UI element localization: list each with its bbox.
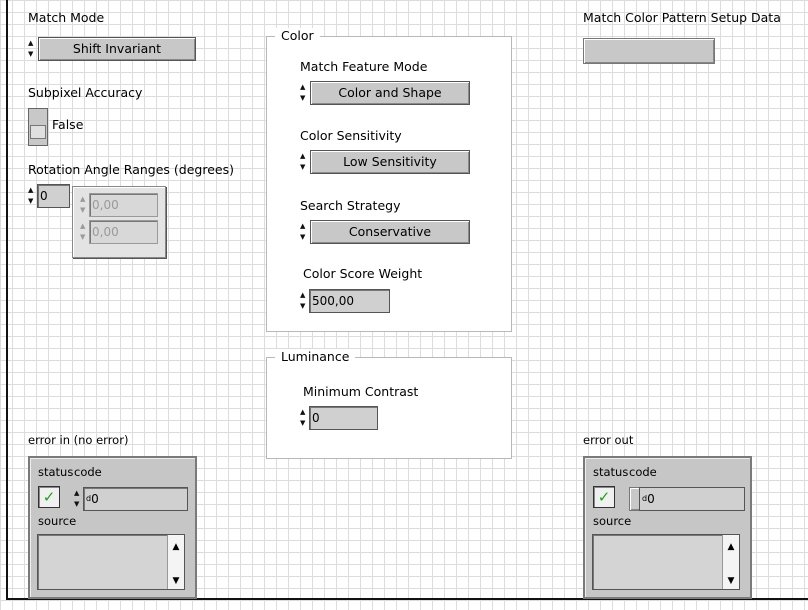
match-mode-value[interactable]: Shift Invariant: [38, 37, 196, 61]
minimum-contrast-control[interactable]: ▲ ▼ 0: [300, 406, 378, 430]
color-score-weight-value[interactable]: 500,00: [309, 289, 390, 313]
search-strategy-ring[interactable]: ▲ ▼ Conservative: [300, 220, 470, 244]
up-arrow-icon[interactable]: ▲: [300, 408, 308, 417]
up-arrow-icon[interactable]: ▲: [80, 195, 88, 204]
color-sensitivity-ring[interactable]: ▲ ▼ Low Sensitivity: [300, 150, 470, 174]
minimum-contrast-label: Minimum Contrast: [303, 384, 419, 399]
error-out-source-scrollbar[interactable]: ▲ ▼: [722, 535, 739, 589]
element-increment-decrement[interactable]: ▲ ▼: [80, 222, 88, 242]
color-score-weight-label: Color Score Weight: [303, 266, 423, 281]
error-out-source-label: source: [593, 514, 632, 528]
down-arrow-icon[interactable]: ▼: [80, 206, 88, 215]
scroll-down-icon[interactable]: ▼: [723, 575, 739, 587]
minimum-contrast-value[interactable]: 0: [309, 406, 378, 430]
error-out-code-value: 0: [647, 492, 655, 506]
error-out-code-label: code: [629, 465, 657, 479]
rotation-element-0-value[interactable]: 0,00: [89, 193, 158, 217]
match-feature-mode-increment-decrement[interactable]: ▲ ▼: [300, 83, 308, 103]
down-arrow-icon[interactable]: ▼: [74, 500, 82, 509]
rotation-array-frame: ▲ ▼ 0,00 ▲ ▼ 0,00: [72, 186, 166, 258]
error-in-code-value: 0: [91, 492, 99, 506]
error-in-source-label: source: [38, 514, 77, 528]
match-mode-increment-decrement[interactable]: ▲ ▼: [28, 39, 36, 59]
error-out-source-field: ▲ ▼: [592, 534, 740, 590]
search-strategy-value[interactable]: Conservative: [310, 220, 470, 244]
up-arrow-icon[interactable]: ▲: [28, 39, 36, 48]
up-arrow-icon[interactable]: ▲: [74, 489, 82, 498]
setup-data-indicator: [583, 38, 715, 64]
rotation-angle-ranges-label: Rotation Angle Ranges (degrees): [28, 162, 234, 177]
up-arrow-icon[interactable]: ▲: [28, 186, 36, 195]
checkmark-icon: ✓: [593, 486, 615, 508]
error-in-code-control[interactable]: ▲ ▼ d0: [74, 487, 188, 511]
luminance-group-title: Luminance: [275, 349, 356, 364]
down-arrow-icon[interactable]: ▼: [300, 419, 308, 428]
subpixel-accuracy-label: Subpixel Accuracy: [28, 85, 143, 100]
error-in-source-field[interactable]: ▲ ▼: [37, 534, 185, 590]
up-arrow-icon[interactable]: ▲: [300, 291, 308, 300]
up-arrow-icon[interactable]: ▲: [80, 222, 88, 231]
match-feature-mode-value[interactable]: Color and Shape: [310, 81, 470, 105]
up-arrow-icon[interactable]: ▲: [300, 222, 308, 231]
scroll-down-icon[interactable]: ▼: [168, 575, 184, 587]
setup-data-label: Match Color Pattern Setup Data: [583, 10, 781, 25]
color-sensitivity-increment-decrement[interactable]: ▲ ▼: [300, 152, 308, 172]
color-score-weight-increment-decrement[interactable]: ▲ ▼: [300, 291, 308, 311]
error-out-status-label: status: [593, 465, 629, 479]
color-sensitivity-label: Color Sensitivity: [300, 128, 402, 143]
up-arrow-icon[interactable]: ▲: [300, 83, 308, 92]
down-arrow-icon[interactable]: ▼: [80, 233, 88, 242]
switch-knob[interactable]: [30, 125, 46, 139]
rotation-element-1-value[interactable]: 0,00: [89, 220, 158, 244]
error-in-cluster: status code ✓ ▲ ▼ d0 source ▲ ▼: [28, 456, 197, 599]
search-strategy-increment-decrement[interactable]: ▲ ▼: [300, 222, 308, 242]
search-strategy-label: Search Strategy: [300, 198, 401, 213]
minimum-contrast-increment-decrement[interactable]: ▲ ▼: [300, 408, 308, 428]
error-in-code-label: code: [74, 465, 102, 479]
error-out-label: error out: [583, 433, 634, 447]
color-score-weight-control[interactable]: ▲ ▼ 500,00: [300, 289, 390, 313]
color-group-title: Color: [275, 28, 320, 43]
down-arrow-icon[interactable]: ▼: [300, 233, 308, 242]
rotation-array-index[interactable]: ▲ ▼ 0: [28, 184, 70, 208]
color-sensitivity-value[interactable]: Low Sensitivity: [310, 150, 470, 174]
panel-left-border: [6, 0, 8, 600]
rotation-element-1[interactable]: ▲ ▼ 0,00: [80, 220, 158, 244]
error-out-code-indicator: d0: [629, 487, 745, 511]
error-out-code-box: d0: [639, 487, 745, 511]
up-arrow-icon[interactable]: ▲: [300, 152, 308, 161]
error-in-code-box[interactable]: d0: [83, 487, 188, 511]
down-arrow-icon[interactable]: ▼: [28, 197, 36, 206]
element-increment-decrement[interactable]: ▲ ▼: [80, 195, 88, 215]
scroll-up-icon[interactable]: ▲: [723, 541, 739, 553]
match-mode-label: Match Mode: [28, 10, 105, 25]
subpixel-accuracy-value: False: [52, 117, 84, 132]
match-mode-ring[interactable]: ▲ ▼ Shift Invariant: [28, 37, 196, 61]
error-in-code-increment-decrement[interactable]: ▲ ▼: [74, 489, 82, 509]
down-arrow-icon[interactable]: ▼: [300, 163, 308, 172]
down-arrow-icon[interactable]: ▼: [28, 50, 36, 59]
error-in-source-scrollbar[interactable]: ▲ ▼: [167, 535, 184, 589]
error-in-status-label: status: [38, 465, 74, 479]
scroll-up-icon[interactable]: ▲: [168, 541, 184, 553]
rotation-element-0[interactable]: ▲ ▼ 0,00: [80, 193, 158, 217]
match-feature-mode-label: Match Feature Mode: [300, 59, 428, 74]
down-arrow-icon[interactable]: ▼: [300, 302, 308, 311]
match-feature-mode-ring[interactable]: ▲ ▼ Color and Shape: [300, 81, 470, 105]
front-panel: Match Mode ▲ ▼ Shift Invariant Subpixel …: [0, 0, 808, 610]
subpixel-accuracy-switch[interactable]: [28, 108, 48, 146]
error-in-label: error in (no error): [28, 433, 129, 447]
rotation-index-value[interactable]: 0: [37, 184, 70, 208]
index-increment-decrement[interactable]: ▲ ▼: [28, 186, 36, 206]
error-out-cluster: status code ✓ d0 source ▲ ▼: [583, 456, 752, 599]
checkmark-icon[interactable]: ✓: [38, 486, 60, 508]
down-arrow-icon[interactable]: ▼: [300, 94, 308, 103]
